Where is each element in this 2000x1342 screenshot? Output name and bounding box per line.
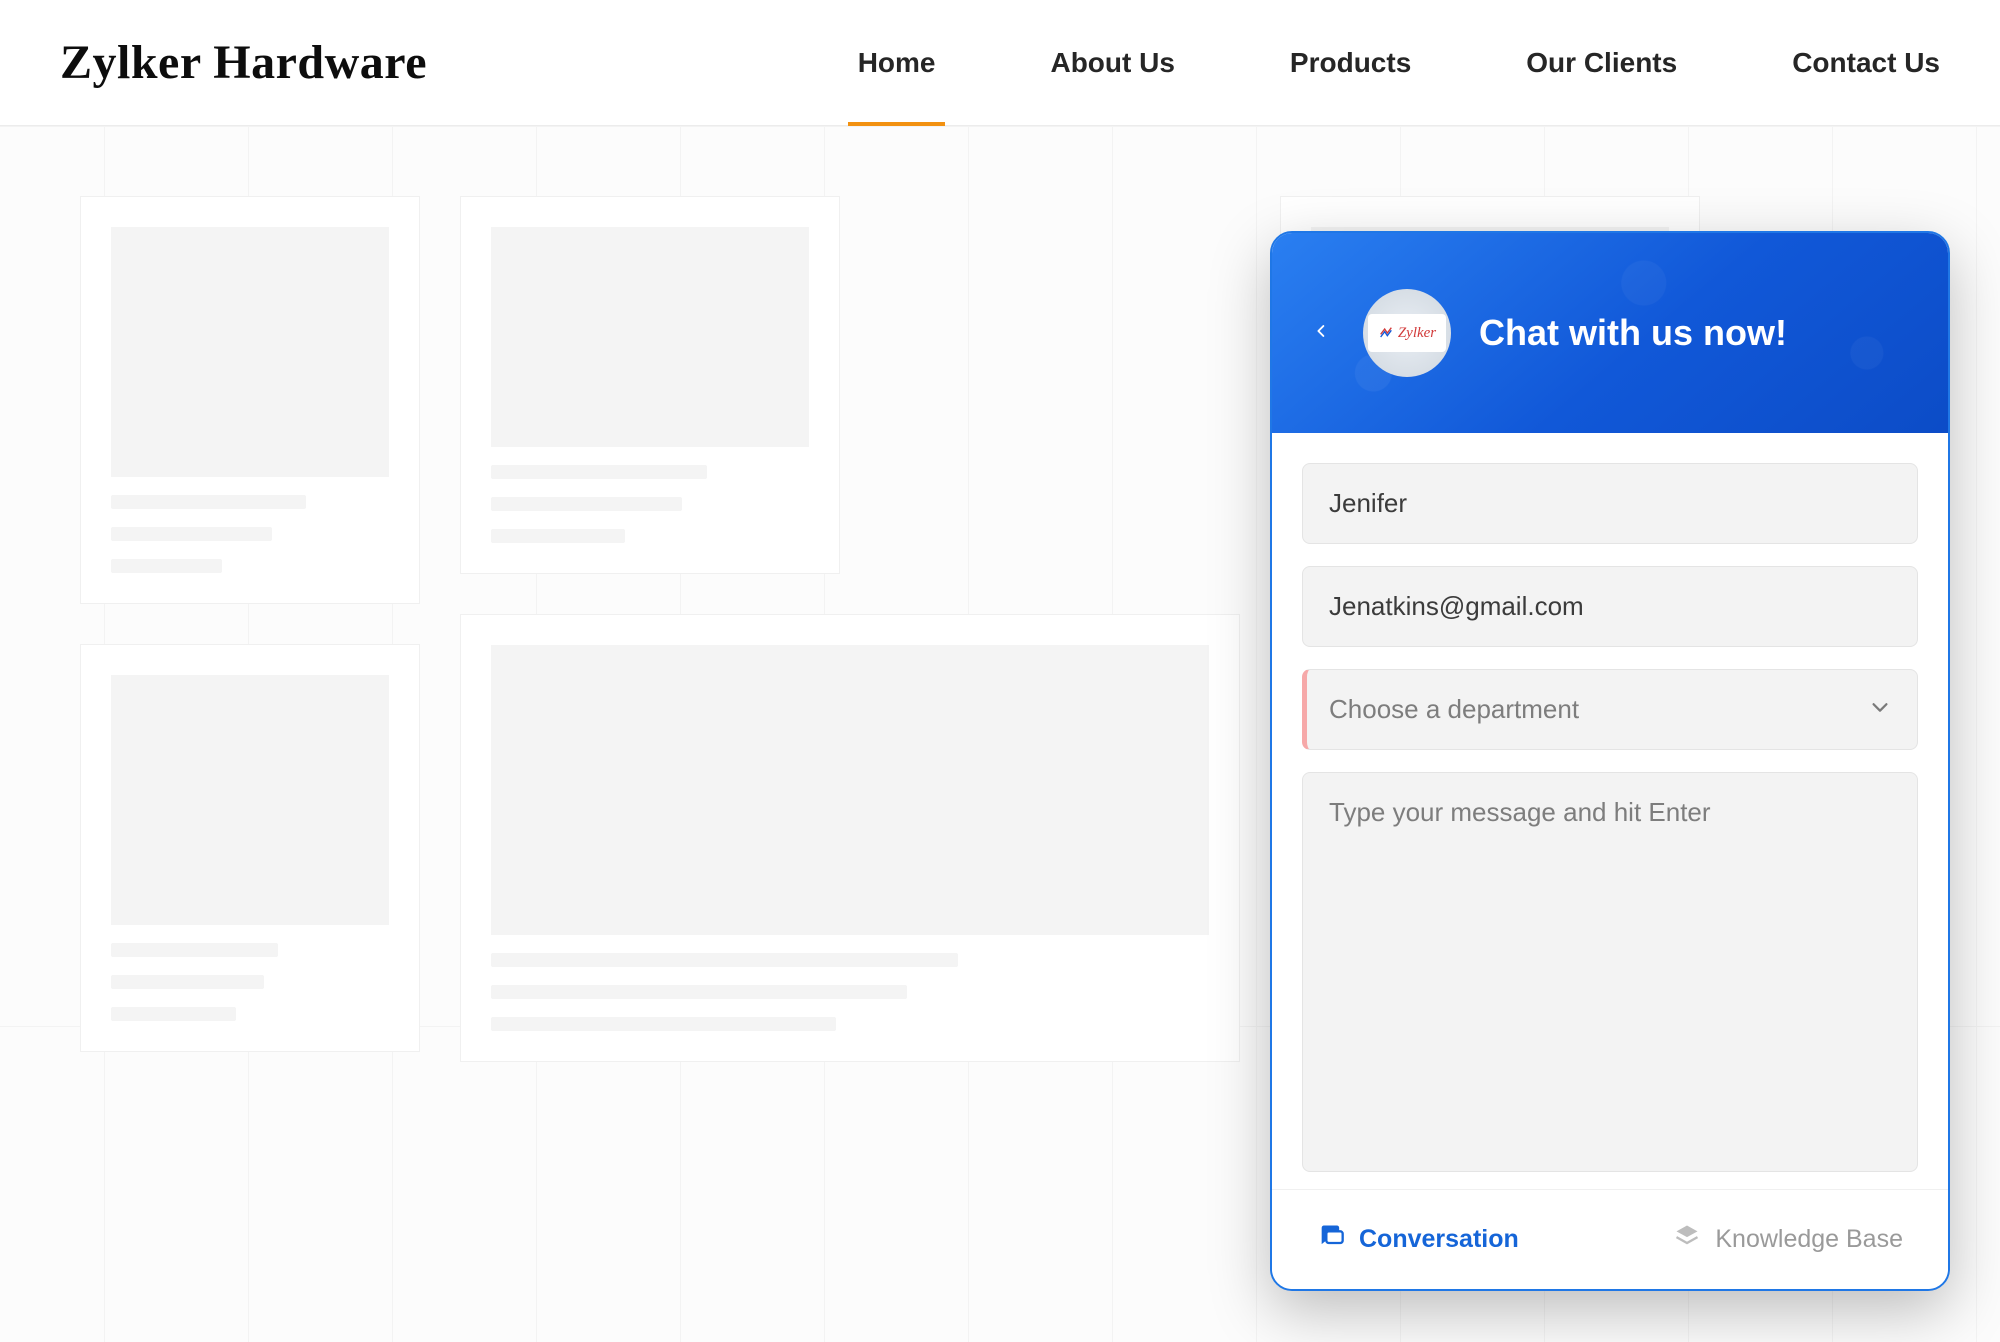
chat-footer: Conversation Knowledge Base bbox=[1272, 1189, 1948, 1289]
chat-header: Zylker Chat with us now! bbox=[1272, 233, 1948, 433]
nav-contact-us[interactable]: Contact Us bbox=[1792, 0, 1940, 127]
email-field[interactable] bbox=[1302, 566, 1918, 647]
nav-about-us[interactable]: About Us bbox=[1050, 0, 1174, 127]
placeholder-card bbox=[80, 644, 420, 1052]
back-button[interactable] bbox=[1307, 319, 1335, 347]
site-title: Zylker Hardware bbox=[60, 35, 427, 90]
placeholder-card bbox=[80, 196, 420, 604]
nav-products[interactable]: Products bbox=[1290, 0, 1411, 127]
primary-nav: Home About Us Products Our Clients Conta… bbox=[858, 0, 1950, 127]
placeholder-card bbox=[460, 196, 840, 574]
chat-widget: Zylker Chat with us now! Choose a depart… bbox=[1270, 231, 1950, 1291]
tab-conversation[interactable]: Conversation bbox=[1317, 1222, 1519, 1257]
layers-icon bbox=[1673, 1222, 1701, 1257]
tab-knowledge-base-label: Knowledge Base bbox=[1715, 1225, 1903, 1254]
page-body: Zylker Chat with us now! Choose a depart… bbox=[0, 126, 2000, 1342]
chat-logo: Zylker bbox=[1363, 289, 1451, 377]
placeholder-card bbox=[460, 614, 1240, 1062]
site-header: Zylker Hardware Home About Us Products O… bbox=[0, 0, 2000, 126]
department-select[interactable]: Choose a department bbox=[1302, 669, 1918, 750]
nav-our-clients[interactable]: Our Clients bbox=[1526, 0, 1677, 127]
department-placeholder: Choose a department bbox=[1329, 694, 1579, 725]
chevron-down-icon bbox=[1869, 694, 1891, 725]
tab-knowledge-base[interactable]: Knowledge Base bbox=[1673, 1222, 1903, 1257]
tab-conversation-label: Conversation bbox=[1359, 1225, 1519, 1254]
chat-form: Choose a department bbox=[1272, 433, 1948, 1189]
chevron-left-icon bbox=[1314, 318, 1329, 349]
chat-logo-text: Zylker bbox=[1398, 325, 1436, 342]
name-field[interactable] bbox=[1302, 463, 1918, 544]
message-field[interactable] bbox=[1302, 772, 1918, 1172]
chat-bubble-icon bbox=[1317, 1222, 1345, 1257]
chat-title: Chat with us now! bbox=[1479, 312, 1787, 354]
nav-home[interactable]: Home bbox=[858, 0, 936, 127]
